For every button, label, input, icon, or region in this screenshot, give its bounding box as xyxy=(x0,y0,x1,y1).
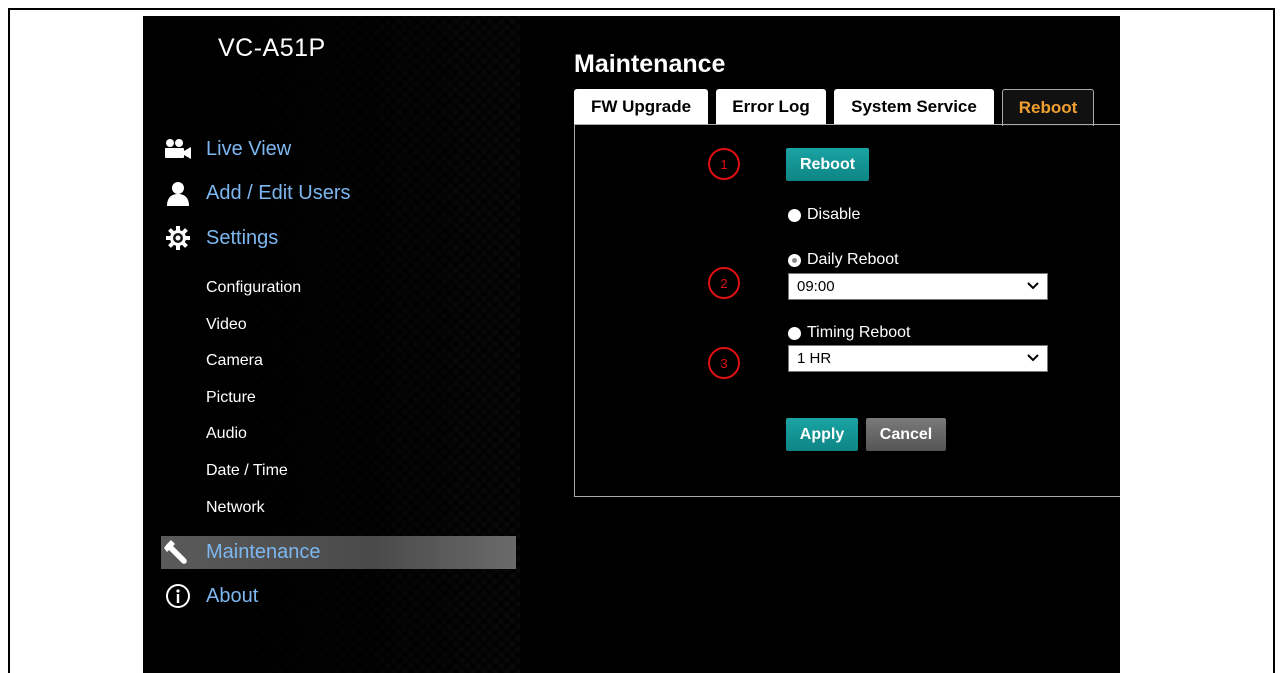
annotation-marker-2: 2 xyxy=(708,267,740,299)
camera-web-ui: VC-A51P Live View Add / Edit Users Setti… xyxy=(143,16,1120,673)
radio-dot[interactable] xyxy=(788,208,801,222)
radio-label: Disable xyxy=(807,206,861,223)
wrench-icon xyxy=(163,537,193,567)
annotation-marker-1: 1 xyxy=(708,148,740,180)
tab-error-log[interactable]: Error Log xyxy=(716,89,826,125)
radio-dot[interactable] xyxy=(788,253,801,267)
gear-icon xyxy=(163,223,193,253)
nav-sub-camera[interactable]: Camera xyxy=(206,352,263,370)
nav-sub-video[interactable]: Video xyxy=(206,316,247,334)
radio-daily-reboot[interactable]: Daily Reboot xyxy=(788,251,899,269)
tab-system-service[interactable]: System Service xyxy=(834,89,994,125)
nav-item-live-view[interactable]: Live View xyxy=(163,134,291,164)
reboot-button[interactable]: Reboot xyxy=(786,148,869,181)
sidebar: VC-A51P Live View Add / Edit Users Setti… xyxy=(143,16,520,673)
radio-label: Timing Reboot xyxy=(807,324,911,341)
radio-dot[interactable] xyxy=(788,326,801,340)
apply-button[interactable]: Apply xyxy=(786,418,858,451)
nav-item-maintenance[interactable]: Maintenance xyxy=(163,537,321,567)
nav-sub-configuration[interactable]: Configuration xyxy=(206,279,301,297)
user-icon xyxy=(163,178,193,208)
tab-fw-upgrade[interactable]: FW Upgrade xyxy=(574,89,708,125)
nav-item-about[interactable]: About xyxy=(163,581,258,611)
cancel-button[interactable]: Cancel xyxy=(866,418,946,451)
annotation-marker-3: 3 xyxy=(708,347,740,379)
radio-timing-reboot[interactable]: Timing Reboot xyxy=(788,324,910,342)
device-name: VC-A51P xyxy=(218,34,326,62)
radio-label: Daily Reboot xyxy=(807,251,899,268)
nav-item-settings[interactable]: Settings xyxy=(163,223,278,253)
page-title: Maintenance xyxy=(574,50,726,78)
nav-label: Add / Edit Users xyxy=(206,181,351,204)
nav-label: Settings xyxy=(206,226,279,249)
nav-sub-audio[interactable]: Audio xyxy=(206,425,247,443)
chevron-down-icon xyxy=(1027,279,1039,297)
nav-sub-date-time[interactable]: Date / Time xyxy=(206,462,288,480)
nav-label: Maintenance xyxy=(206,540,321,563)
info-icon xyxy=(163,581,193,611)
video-camera-icon xyxy=(163,134,193,164)
nav-item-users[interactable]: Add / Edit Users xyxy=(163,178,351,208)
nav-sub-network[interactable]: Network xyxy=(206,499,265,517)
select-value: 1 HR xyxy=(797,350,832,367)
nav-label: Live View xyxy=(206,137,292,160)
timing-interval-select[interactable]: 1 HR xyxy=(788,345,1048,372)
select-value: 09:00 xyxy=(797,278,835,295)
nav-label: About xyxy=(206,584,259,607)
daily-time-select[interactable]: 09:00 xyxy=(788,273,1048,300)
nav-sub-picture[interactable]: Picture xyxy=(206,389,256,407)
chevron-down-icon xyxy=(1027,351,1039,369)
radio-disable[interactable]: Disable xyxy=(788,206,860,224)
tab-reboot[interactable]: Reboot xyxy=(1002,89,1094,126)
